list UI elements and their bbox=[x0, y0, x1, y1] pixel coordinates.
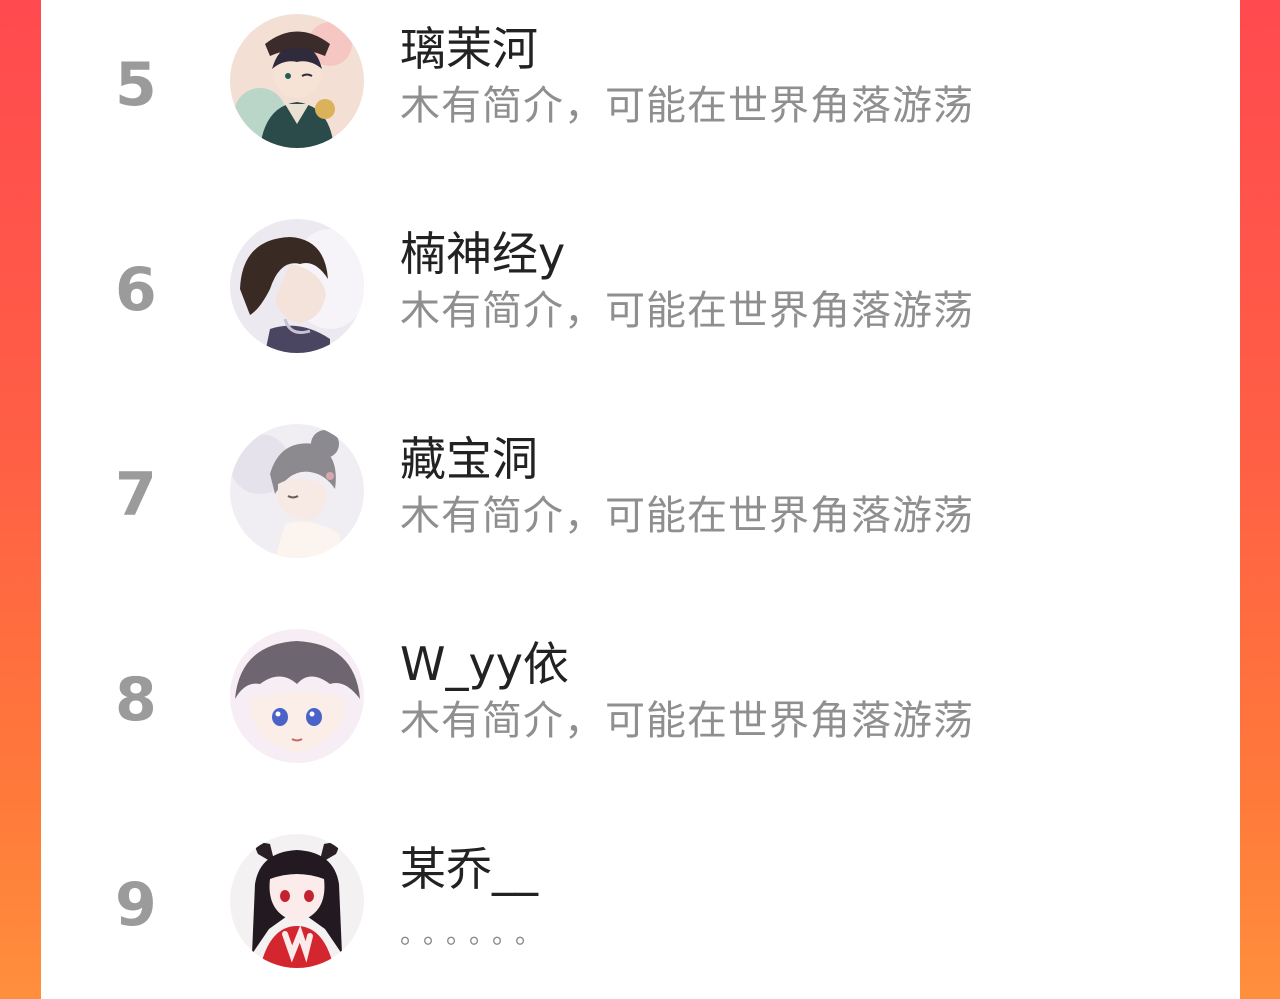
leaderboard-row[interactable]: 9 某乔__ 。。。。。。 bbox=[41, 820, 1240, 999]
rank-number: 5 bbox=[115, 50, 157, 120]
anime-avatar-icon[interactable] bbox=[230, 424, 364, 558]
user-name[interactable]: 楠神经y bbox=[400, 231, 565, 277]
anime-avatar-icon[interactable] bbox=[230, 834, 364, 968]
user-bio: 木有简介，可能在世界角落游荡 bbox=[400, 83, 974, 129]
rank-number: 6 bbox=[115, 255, 157, 325]
anime-avatar-icon[interactable] bbox=[230, 14, 364, 148]
user-name[interactable]: W_yy依 bbox=[400, 641, 569, 687]
rank-number: 8 bbox=[115, 665, 157, 735]
leaderboard-row[interactable]: 8 W_yy依 木有简介，可能在世界角落游荡 bbox=[41, 615, 1240, 820]
leaderboard-row[interactable]: 5 璃茉河 木有简介，可能在世界角落游荡 bbox=[41, 0, 1240, 205]
rank-number: 9 bbox=[115, 870, 157, 940]
user-name[interactable]: 藏宝洞 bbox=[400, 436, 538, 482]
user-bio: 木有简介，可能在世界角落游荡 bbox=[400, 288, 974, 334]
user-bio: 木有简介，可能在世界角落游荡 bbox=[400, 698, 974, 744]
user-name[interactable]: 璃茉河 bbox=[400, 26, 538, 72]
user-name[interactable]: 某乔__ bbox=[400, 846, 538, 892]
anime-avatar-icon[interactable] bbox=[230, 219, 364, 353]
user-bio: 。。。。。。 bbox=[400, 920, 552, 950]
leaderboard-card: 5 璃茉河 木有简介，可能在世界角落游荡 6 楠神经y 木有简介，可能在世界角落… bbox=[41, 0, 1240, 999]
anime-avatar-icon[interactable] bbox=[230, 629, 364, 763]
leaderboard-row[interactable]: 6 楠神经y 木有简介，可能在世界角落游荡 bbox=[41, 205, 1240, 410]
user-bio: 木有简介，可能在世界角落游荡 bbox=[400, 493, 974, 539]
leaderboard-row[interactable]: 7 藏宝洞 木有简介，可能在世界角落游荡 bbox=[41, 410, 1240, 615]
rank-number: 7 bbox=[115, 460, 157, 530]
